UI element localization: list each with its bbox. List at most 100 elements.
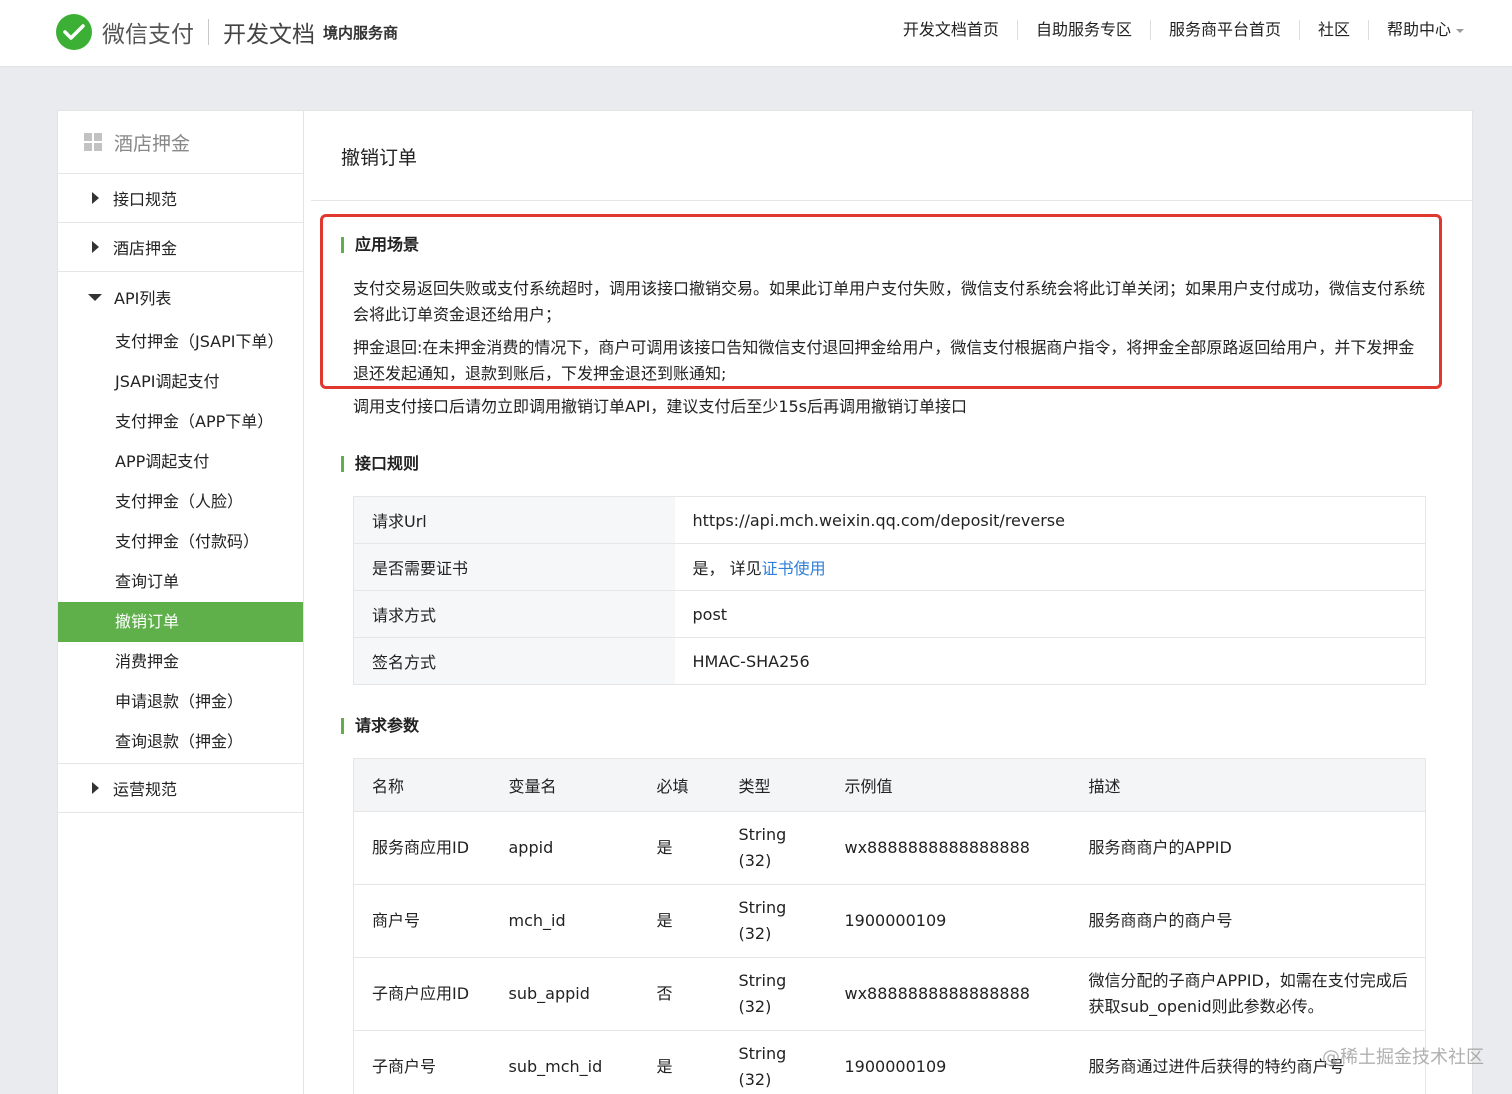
table-row: 请求Url https://api.mch.weixin.qq.com/depo… [353,496,1426,544]
wechat-pay-logo[interactable]: 微信支付 开发文档 境内服务商 [56,14,398,50]
sidebar-subitem[interactable]: APP调起支付 [58,442,303,482]
cell-required: 否 [638,957,721,1031]
sidebar-subitem[interactable]: 消费押金 [58,642,303,682]
cell-name: 子商户号 [353,1030,491,1094]
cell-example: 1900000109 [826,884,1071,958]
cell-type-text: String(32) [738,898,787,943]
col-header-desc: 描述 [1070,758,1426,812]
cell-example: wx8888888888888888 [826,957,1071,1031]
rule-value: https://api.mch.weixin.qq.com/deposit/re… [674,496,1426,544]
cell-type: String(32) [720,811,827,885]
rule-key: 签名方式 [353,637,675,685]
cell-type-text: String(32) [738,971,787,1016]
doc-subtitle: 境内服务商 [323,23,399,42]
cell-name: 商户号 [353,884,491,958]
rule-key: 请求Url [353,496,675,544]
table-row: 子商户应用ID sub_appid 否 String(32) wx8888888… [353,957,1426,1031]
rule-value: HMAC-SHA256 [692,651,810,671]
nav-self-service[interactable]: 自助服务专区 [1018,20,1151,40]
cell-name: 服务商应用ID [353,811,491,885]
caret-down-icon [88,293,102,301]
col-header-required: 必填 [638,758,721,812]
table-row: 商户号 mch_id 是 String(32) 1900000109 服务商商户… [353,884,1426,958]
sidebar-item-label: API列表 [114,289,172,308]
top-header: 微信支付 开发文档 境内服务商 开发文档首页 自助服务专区 服务商平台首页 社区… [0,0,1512,67]
cell-var: mch_id [490,884,639,958]
table-row: 是否需要证书 是， 详见证书使用 [353,543,1426,591]
title-divider [311,200,1472,201]
rule-key: 是否需要证书 [353,543,675,591]
top-nav: 开发文档首页 自助服务专区 服务商平台首页 社区 帮助中心 [885,20,1464,40]
params-table: 名称 变量名 必填 类型 示例值 描述 服务商应用ID appid 是 Stri… [353,758,1426,1094]
wechat-pay-logo-icon [56,14,92,50]
grid-icon [84,133,102,151]
sidebar-title: 酒店押金 [114,132,191,155]
sidebar-header: 酒店押金 [58,111,303,174]
rule-key: 请求方式 [353,590,675,638]
rule-value-cell: 是， 详见证书使用 [674,543,1426,591]
nav-community[interactable]: 社区 [1300,20,1369,40]
doc-title: 开发文档 [223,22,315,48]
rules-table: 请求Url https://api.mch.weixin.qq.com/depo… [353,496,1426,685]
content-area: 撤销订单 应用场景 支付交易返回失败或支付系统超时，调用该接口撤销交易。如果此订… [305,111,1472,1094]
sidebar-subitem[interactable]: 支付押金（JSAPI下单） [58,322,303,362]
sidebar-item-api-list[interactable]: API列表 [58,272,303,322]
scene-paragraph-1: 支付交易返回失败或支付系统超时，调用该接口撤销交易。如果此订单用户支付失败，微信… [353,279,1426,324]
cell-var: sub_appid [490,957,639,1031]
logo-divider [208,19,209,45]
cell-example: 1900000109 [826,1030,1071,1094]
cell-required: 是 [638,1030,721,1094]
cell-name: 子商户应用ID [353,957,491,1031]
sidebar-subitem[interactable]: 查询退款（押金） [58,722,303,762]
rule-value: 是， 详见 [692,559,762,578]
cell-type-text: String(32) [738,1044,787,1089]
cell-type: String(32) [720,1030,827,1094]
page-title: 撤销订单 [341,147,418,169]
main-container: 酒店押金 接口规范 酒店押金 API列表 支付押金（JSAPI下单） JSAPI… [57,110,1473,1094]
caret-right-icon [92,192,99,204]
nav-partner-platform[interactable]: 服务商平台首页 [1151,20,1300,40]
sidebar-subitem[interactable]: 支付押金（付款码） [58,522,303,562]
sidebar-item-operation-spec[interactable]: 运营规范 [58,764,303,813]
cell-type: String(32) [720,957,827,1031]
col-header-example: 示例值 [826,758,1071,812]
sidebar-item-label: 接口规范 [113,190,178,209]
sidebar-subitem-active[interactable]: 撤销订单 [58,602,303,642]
rule-value: post [674,590,1426,638]
table-header-row: 名称 变量名 必填 类型 示例值 描述 [353,758,1426,812]
cell-desc-text: 微信分配的子商户APPID，如需在支付完成后获取sub_openid则此参数必传… [1088,971,1408,1016]
cell-desc: 服务商商户的APPID [1070,811,1426,885]
cell-required: 是 [638,811,721,885]
col-header-type: 类型 [720,758,827,812]
section-title-rules: 接口规则 [341,456,419,472]
sidebar-item-interface-spec[interactable]: 接口规范 [58,174,303,223]
sidebar-api-group: API列表 支付押金（JSAPI下单） JSAPI调起支付 支付押金（APP下单… [58,272,303,764]
section-title-scene: 应用场景 [341,237,419,253]
table-row: 请求方式 post [353,590,1426,638]
scene-paragraph-3: 调用支付接口后请勿立即调用撤销订单API，建议支付后至少15s后再调用撤销订单接… [353,397,968,416]
sidebar-item-label: 运营规范 [113,780,178,799]
scene-paragraph-2: 押金退回:在未押金消费的情况下，商户可调用该接口告知微信支付退回押金给用户，微信… [353,338,1415,383]
cert-usage-link[interactable]: 证书使用 [762,559,826,578]
watermark: @稀土掘金技术社区 [1322,1047,1484,1068]
cell-var: sub_mch_id [490,1030,639,1094]
table-row: 服务商应用ID appid 是 String(32) wx88888888888… [353,811,1426,885]
table-row: 子商户号 sub_mch_id 是 String(32) 1900000109 … [353,1030,1426,1094]
cell-desc: 微信分配的子商户APPID，如需在支付完成后获取sub_openid则此参数必传… [1070,957,1426,1031]
sidebar-subitem[interactable]: JSAPI调起支付 [58,362,303,402]
sidebar-subitem[interactable]: 申请退款（押金） [58,682,303,722]
nav-doc-home[interactable]: 开发文档首页 [885,20,1018,40]
cell-type-text: String(32) [738,825,787,870]
logo-text: 微信支付 [102,22,194,48]
cell-example: wx8888888888888888 [826,811,1071,885]
sidebar-item-hotel-deposit[interactable]: 酒店押金 [58,223,303,272]
sidebar-subitem[interactable]: 支付押金（人脸） [58,482,303,522]
chevron-down-icon [1456,28,1464,33]
sidebar: 酒店押金 接口规范 酒店押金 API列表 支付押金（JSAPI下单） JSAPI… [58,111,304,1094]
sidebar-subitem[interactable]: 查询订单 [58,562,303,602]
sidebar-subitem[interactable]: 支付押金（APP下单） [58,402,303,442]
col-header-name: 名称 [353,758,491,812]
nav-help-center[interactable]: 帮助中心 [1369,20,1464,40]
cell-var: appid [490,811,639,885]
caret-right-icon [92,782,99,794]
